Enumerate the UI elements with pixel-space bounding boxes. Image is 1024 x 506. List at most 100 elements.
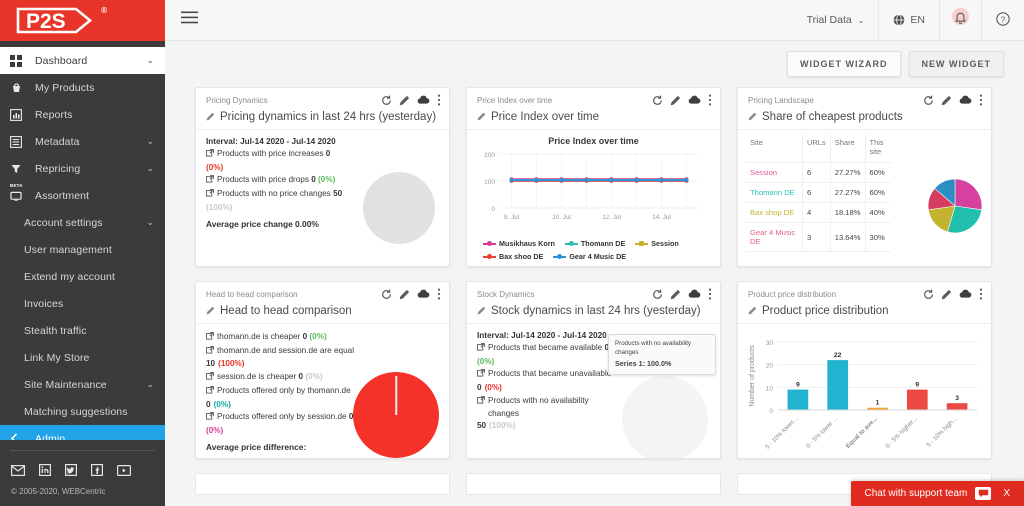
sidebar-item-stealth-traffic[interactable]: Stealth traffic xyxy=(0,317,165,344)
pencil-icon[interactable] xyxy=(206,302,215,320)
notifications-button[interactable] xyxy=(939,0,981,41)
site-name[interactable]: Bax shop DE xyxy=(746,203,802,223)
cloud-icon[interactable] xyxy=(688,289,701,299)
twitter-icon[interactable] xyxy=(65,463,77,481)
urls-count[interactable]: 6 xyxy=(802,163,830,183)
refresh-icon[interactable] xyxy=(923,289,934,300)
chevron-down-icon[interactable]: ⌄ xyxy=(146,164,154,173)
sidebar-item-extend-my-account[interactable]: Extend my account xyxy=(0,263,165,290)
column-header-share: Share xyxy=(830,134,865,163)
hamburger-icon[interactable] xyxy=(165,11,214,29)
help-button[interactable]: ? xyxy=(981,0,1024,41)
sidebar-item-repricing[interactable]: Repricing ⌄ xyxy=(0,155,165,182)
legend-item[interactable]: Bax shoo DE xyxy=(483,252,543,261)
chevron-down-icon[interactable]: ⌄ xyxy=(146,137,154,146)
legend-item[interactable]: Session xyxy=(635,239,679,248)
widget-title: Stock dynamics in last 24 hrs (yesterday… xyxy=(491,305,701,317)
sidebar-item-site-maintenance[interactable]: Site Maintenance ⌄ xyxy=(0,371,165,398)
external-link-icon xyxy=(206,189,214,202)
sidebar-item-link-my-store[interactable]: Link My Store xyxy=(0,344,165,371)
stat-value: 0 xyxy=(326,149,331,158)
kebab-menu-icon[interactable] xyxy=(979,288,983,300)
svg-text:12. Jul: 12. Jul xyxy=(602,214,621,221)
pencil-icon[interactable] xyxy=(941,289,952,300)
legend-item[interactable]: Gear 4 Music DE xyxy=(553,252,626,261)
cloud-icon[interactable] xyxy=(688,95,701,105)
sidebar-item-dashboard[interactable]: Dashboard ⌄ xyxy=(0,47,165,74)
pencil-icon[interactable] xyxy=(399,289,410,300)
pencil-icon[interactable] xyxy=(206,108,215,126)
new-widget-button[interactable]: NEW WIDGET xyxy=(909,51,1005,77)
registered-mark: ® xyxy=(101,6,107,15)
refresh-icon[interactable] xyxy=(652,95,663,106)
pencil-icon[interactable] xyxy=(670,95,681,106)
pencil-icon[interactable] xyxy=(748,108,757,126)
widget-body: Interval: Jul-14 2020 - Jul-14 2020 Prod… xyxy=(196,129,449,266)
refresh-icon[interactable] xyxy=(381,289,392,300)
urls-count[interactable]: 4 xyxy=(802,203,830,223)
urls-count[interactable]: 3 xyxy=(802,223,830,252)
chevron-down-icon[interactable]: ⌄ xyxy=(146,56,154,65)
chat-bubble-icon[interactable] xyxy=(975,487,991,500)
refresh-icon[interactable] xyxy=(652,289,663,300)
stat-row[interactable]: thomann.de and session.de are equal xyxy=(206,345,439,359)
pencil-icon[interactable] xyxy=(477,108,486,126)
mail-icon[interactable] xyxy=(11,463,25,481)
stat-value: 0 xyxy=(303,332,308,341)
sidebar-item-reports[interactable]: Reports xyxy=(0,101,165,128)
kebab-menu-icon[interactable] xyxy=(708,288,712,300)
chat-close-button[interactable]: X xyxy=(999,488,1014,499)
site-name[interactable]: Thomann DE xyxy=(746,183,802,203)
cloud-icon[interactable] xyxy=(959,95,972,105)
kebab-menu-icon[interactable] xyxy=(708,94,712,106)
legend-item[interactable]: Thomann DE xyxy=(565,239,625,248)
kebab-menu-icon[interactable] xyxy=(979,94,983,106)
kebab-menu-icon[interactable] xyxy=(437,288,441,300)
cloud-icon[interactable] xyxy=(959,289,972,299)
copyright-text: © 2005-2020, WEBCentric xyxy=(0,485,165,506)
pencil-icon[interactable] xyxy=(399,95,410,106)
sidebar-item-matching-suggestions[interactable]: Matching suggestions xyxy=(0,398,165,425)
sidebar-item-account-settings[interactable]: Account settings ⌄ xyxy=(0,209,165,236)
site-name[interactable]: Gear 4 Music DE xyxy=(746,223,802,252)
refresh-icon[interactable] xyxy=(923,95,934,106)
widget-body: Products with no availability changes Se… xyxy=(467,323,720,458)
chevron-down-icon[interactable]: ⌄ xyxy=(146,380,154,389)
external-link-icon xyxy=(206,372,214,385)
chevron-down-icon[interactable]: ⌄ xyxy=(146,218,154,227)
sidebar-item-assortment[interactable]: BETA Assortment xyxy=(0,182,165,209)
widget-header: Stock Dynamics Stock dynamics in last 24… xyxy=(467,282,720,323)
widget-actions-bar: WIDGET WIZARD NEW WIDGET xyxy=(165,41,1024,77)
language-selector[interactable]: EN xyxy=(878,0,939,41)
stat-text: Products that became unavailable xyxy=(488,368,611,381)
sidebar-item-invoices[interactable]: Invoices xyxy=(0,290,165,317)
urls-count[interactable]: 6 xyxy=(802,183,830,203)
site-name[interactable]: Session xyxy=(746,163,802,183)
stat-row[interactable]: thomann.de is cheaper 0 (0%) xyxy=(206,331,439,345)
sidebar-item-my-products[interactable]: My Products xyxy=(0,74,165,101)
account-selector[interactable]: Trial Data ⌄ xyxy=(793,0,879,41)
sidebar-item-admin[interactable]: Admin xyxy=(0,425,165,440)
youtube-icon[interactable] xyxy=(117,463,131,481)
refresh-icon[interactable] xyxy=(381,95,392,106)
this-site-value: 30% xyxy=(865,223,891,252)
widget-wizard-button[interactable]: WIDGET WIZARD xyxy=(787,51,901,77)
column-header-urls: URLs xyxy=(802,134,830,163)
pencil-icon[interactable] xyxy=(477,302,486,320)
legend-item[interactable]: Musikhaus Korn xyxy=(483,239,555,248)
brand-logo[interactable]: P2S ® xyxy=(0,0,165,41)
sidebar-item-metadata[interactable]: Metadata ⌄ xyxy=(0,128,165,155)
pencil-icon[interactable] xyxy=(941,95,952,106)
pencil-icon[interactable] xyxy=(748,302,757,320)
chat-support-bar[interactable]: Chat with support team X xyxy=(851,481,1024,506)
stat-row[interactable]: Products with price increases 0 xyxy=(206,148,439,162)
sidebar-item-user-management[interactable]: User management xyxy=(0,236,165,263)
table-header-row: Site URLs Share This site xyxy=(746,134,891,163)
facebook-icon[interactable] xyxy=(91,463,103,481)
cloud-icon[interactable] xyxy=(417,95,430,105)
external-link-icon xyxy=(477,343,485,356)
linkedin-icon[interactable] xyxy=(39,463,51,481)
kebab-menu-icon[interactable] xyxy=(437,94,441,106)
pencil-icon[interactable] xyxy=(670,289,681,300)
cloud-icon[interactable] xyxy=(417,289,430,299)
